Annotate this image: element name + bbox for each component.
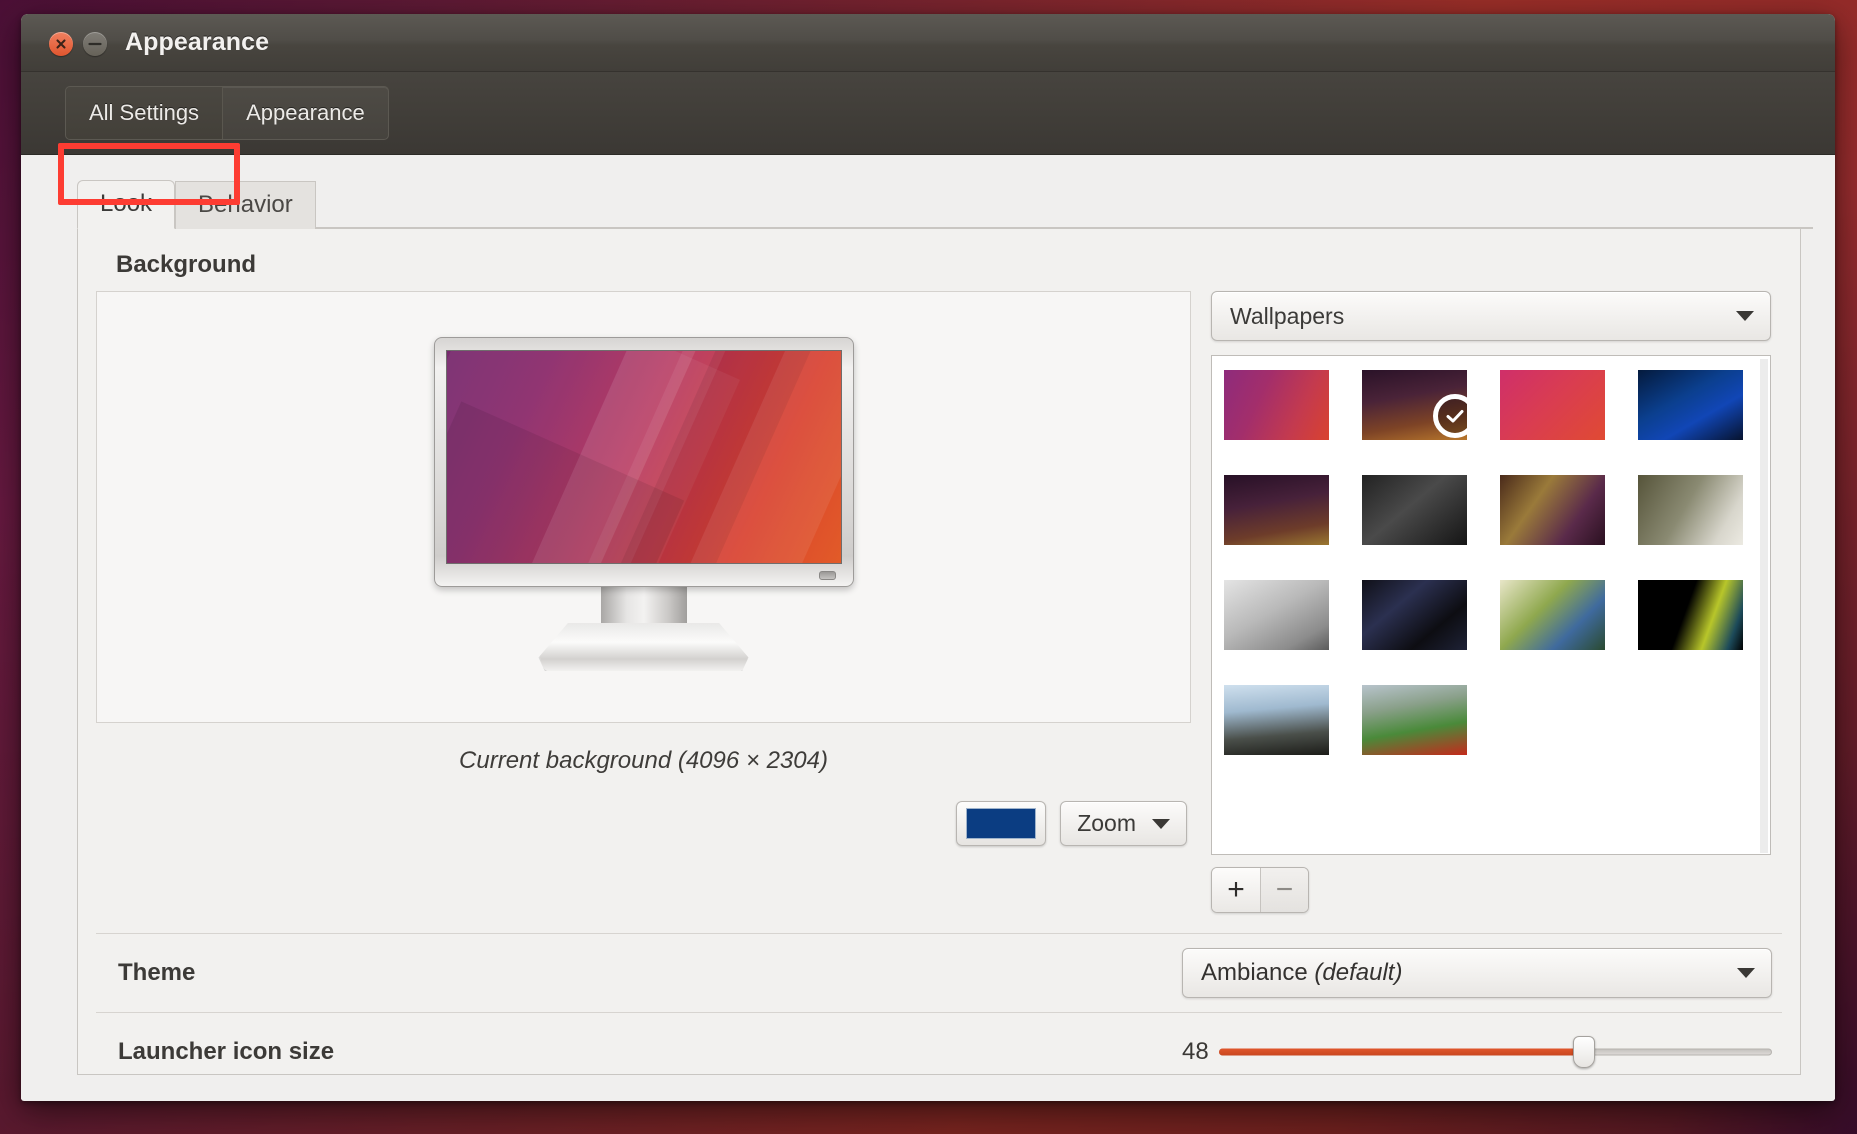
wallpaper-thumb-frosted-grass[interactable]	[1638, 475, 1743, 545]
breadcrumb: All Settings Appearance	[65, 86, 389, 140]
wallpaper-add-remove-group: + −	[1211, 867, 1309, 913]
monitor-power-led	[818, 571, 836, 580]
check-icon	[1433, 394, 1467, 438]
background-color-swatch[interactable]	[956, 801, 1047, 846]
minimize-icon[interactable]	[83, 32, 107, 56]
remove-wallpaper-button[interactable]: −	[1260, 868, 1308, 912]
page-title: Appearance	[125, 28, 270, 56]
tab-behavior[interactable]: Behavior	[175, 181, 316, 229]
wallpaper-thumb-poppy-field[interactable]	[1362, 685, 1467, 755]
theme-value-suffix: (default)	[1314, 959, 1403, 986]
chevron-down-icon	[1737, 968, 1755, 978]
theme-dropdown[interactable]: Ambiance (default)	[1182, 948, 1772, 998]
wallpaper-source-label: Wallpapers	[1230, 302, 1345, 329]
background-section-title: Background	[116, 251, 257, 278]
launcher-icon-size-row: Launcher icon size 48	[96, 1012, 1782, 1091]
tab-look[interactable]: Look	[77, 180, 176, 229]
launcher-icon-size-slider[interactable]	[1218, 1036, 1772, 1068]
theme-value-name: Ambiance	[1201, 959, 1308, 986]
appearance-window: Appearance All Settings Appearance Look …	[21, 14, 1835, 1101]
scaling-mode-label: Zoom	[1077, 810, 1136, 836]
breadcrumb-toolbar: All Settings Appearance	[21, 72, 1835, 205]
monitor-frame	[433, 337, 854, 587]
monitor-screen-wallpaper	[445, 350, 842, 564]
launcher-icon-size-value: 48	[1182, 1038, 1209, 1065]
wallpaper-thumb-ubuntu-suru-gradient[interactable]	[1224, 370, 1329, 440]
launcher-icon-size-control: 48	[1182, 1036, 1772, 1068]
background-caption: Current background (4096 × 2304)	[459, 747, 828, 774]
close-icon[interactable]	[49, 32, 73, 56]
wallpaper-column: Wallpapers + −	[1211, 291, 1771, 913]
theme-label: Theme	[118, 959, 196, 986]
wallpaper-thumb-street-clock-mono[interactable]	[1362, 475, 1467, 545]
all-settings-button[interactable]: All Settings	[66, 87, 223, 139]
look-panel: Background Current background (4096 × 23…	[77, 229, 1801, 1075]
wallpaper-thumb-ubuntu-spiral-red[interactable]	[1500, 370, 1605, 440]
chevron-down-icon	[1736, 311, 1754, 321]
wallpaper-thumb-milky-way-hills[interactable]	[1362, 370, 1467, 440]
add-wallpaper-button[interactable]: +	[1212, 868, 1260, 912]
background-row: Current background (4096 × 2304) Zoom Wa…	[96, 291, 1782, 913]
wallpaper-thumb-yellow-bloom-dark[interactable]	[1638, 580, 1743, 650]
wallpaper-thumb-night-city-sparkle[interactable]	[1362, 580, 1467, 650]
wallpaper-thumb-night-sky-ridge[interactable]	[1224, 475, 1329, 545]
wallpaper-source-dropdown[interactable]: Wallpapers	[1211, 291, 1771, 341]
wallpaper-actions: + −	[1211, 867, 1771, 913]
theme-control: Ambiance (default)	[1182, 948, 1772, 998]
wallpaper-thumb-dragonfly-flower[interactable]	[1500, 580, 1605, 650]
wallpaper-thumb-blue-eclipse[interactable]	[1638, 370, 1743, 440]
background-preview-column: Current background (4096 × 2304) Zoom	[96, 291, 1191, 913]
theme-row: Theme Ambiance (default)	[96, 933, 1782, 1012]
window-content: Look Behavior Background Current backgro…	[21, 155, 1835, 1099]
color-swatch-fill	[966, 808, 1037, 839]
wallpaper-grid[interactable]	[1211, 355, 1771, 855]
window-titlebar: Appearance	[21, 14, 1835, 72]
monitor-base	[538, 623, 749, 671]
wallpaper-thumb-misty-forest[interactable]	[1224, 685, 1329, 755]
background-controls: Zoom	[96, 801, 1191, 846]
desktop-background: Appearance All Settings Appearance Look …	[0, 0, 1857, 1134]
tab-filler	[315, 227, 1813, 228]
tab-strip: Look Behavior	[77, 180, 1813, 229]
slider-thumb[interactable]	[1572, 1036, 1595, 1068]
scaling-mode-dropdown[interactable]: Zoom	[1060, 801, 1187, 846]
background-preview-box	[96, 291, 1191, 723]
chevron-down-icon	[1152, 818, 1170, 829]
monitor-illustration	[433, 337, 854, 677]
slider-track-fill	[1218, 1048, 1584, 1056]
wallpaper-scrollbar[interactable]	[1760, 359, 1768, 853]
wallpaper-thumb-ice-bubbles[interactable]	[1224, 580, 1329, 650]
wallpaper-thumb-blurred-lights-bokeh[interactable]	[1500, 475, 1605, 545]
theme-value: Ambiance (default)	[1201, 959, 1402, 987]
appearance-crumb-button[interactable]: Appearance	[222, 87, 388, 139]
launcher-icon-size-label: Launcher icon size	[118, 1038, 335, 1065]
